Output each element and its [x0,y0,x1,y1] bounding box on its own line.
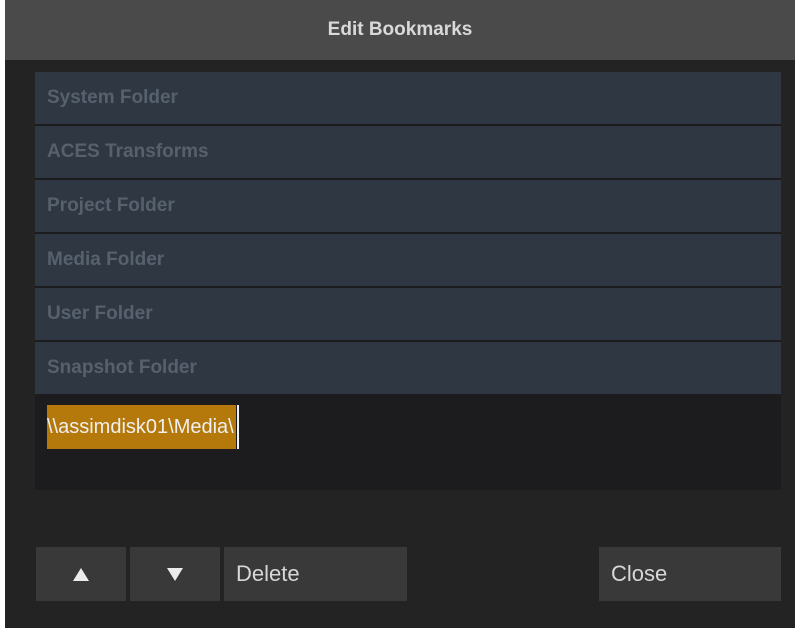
text-caret [236,405,239,449]
close-button[interactable]: Close [599,547,781,601]
bookmark-item-label: Project Folder [47,195,175,216]
triangle-up-icon [73,567,89,581]
bookmark-item-label: System Folder [47,87,178,108]
bookmark-item-label: User Folder [47,303,153,324]
bookmark-item-system-folder[interactable]: System Folder [35,72,781,124]
bookmark-item-label: Media Folder [47,249,165,270]
bookmark-item-aces-transforms[interactable]: ACES Transforms [35,126,781,178]
bookmark-item-label: ACES Transforms [47,141,209,162]
delete-button[interactable]: Delete [224,547,407,601]
bookmark-item-snapshot-folder[interactable]: Snapshot Folder [35,342,781,394]
bookmark-item-user-folder[interactable]: User Folder [35,288,781,340]
move-up-button[interactable] [36,547,126,601]
bookmark-list[interactable]: System Folder ACES Transforms Project Fo… [35,72,781,490]
dialog-title: Edit Bookmarks [327,19,473,40]
triangle-down-icon [167,567,183,581]
bookmark-item-label: Snapshot Folder [47,357,197,378]
bookmark-item-project-folder[interactable]: Project Folder [35,180,781,232]
close-button-label: Close [611,561,668,586]
dialog-title-bar: Edit Bookmarks [5,0,795,60]
delete-button-label: Delete [236,561,300,586]
move-down-button[interactable] [130,547,220,601]
bookmark-path-input[interactable]: \\assimdisk01\Media\ [47,405,236,449]
bookmark-item-media-folder[interactable]: Media Folder [35,234,781,286]
edit-bookmarks-dialog: Edit Bookmarks System Folder ACES Transf… [5,0,795,628]
bookmark-path-editor[interactable]: \\assimdisk01\Media\ [35,398,781,456]
